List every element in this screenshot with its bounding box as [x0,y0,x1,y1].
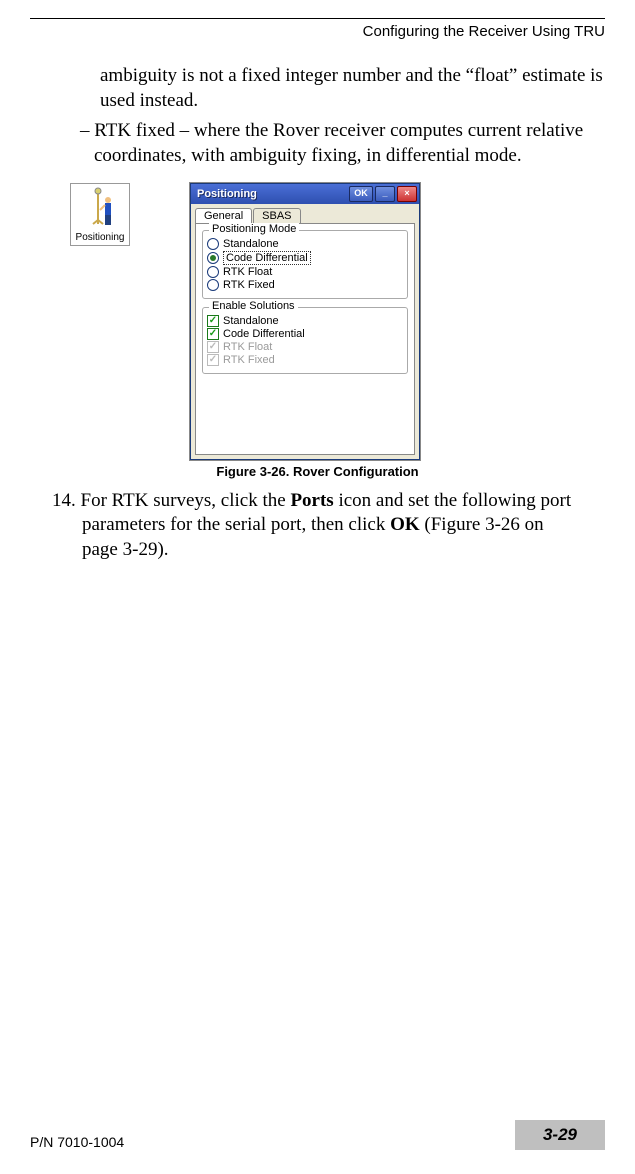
positioning-icon-label: Positioning [71,232,129,243]
checkbox-icon [207,315,219,327]
radio-standalone[interactable]: Standalone [207,238,401,250]
page-number: 3-29 [515,1120,605,1150]
tab-sbas[interactable]: SBAS [253,208,300,223]
check-standalone[interactable]: Standalone [207,315,401,327]
radio-icon [207,252,219,264]
positioning-desktop-icon[interactable]: Positioning [70,183,130,246]
enable-solutions-title: Enable Solutions [209,300,298,312]
positioning-mode-group: Positioning Mode Standalone Code Differe… [202,230,408,299]
rtk-fixed-definition: – RTK fixed – where the Rover receiver c… [80,119,605,168]
tab-general[interactable]: General [195,208,252,223]
page-header: Configuring the Receiver Using TRU [30,23,605,40]
radio-icon [207,266,219,278]
figure-caption: Figure 3-26. Rover Configuration [30,464,605,479]
paragraph-continuation: ambiguity is not a fixed integer number … [100,64,605,113]
ok-button[interactable]: OK [349,186,373,202]
enable-solutions-group: Enable Solutions Standalone Code Differe… [202,307,408,374]
radio-icon [207,279,219,291]
positioning-dialog: Positioning OK _ × General SBAS Position… [190,183,420,460]
radio-rtk-fixed[interactable]: RTK Fixed [207,279,401,291]
part-number: P/N 7010-1004 [30,1134,124,1150]
radio-rtk-float[interactable]: RTK Float [207,266,401,278]
checkbox-icon [207,354,219,366]
checkbox-icon [207,328,219,340]
radio-icon [207,238,219,250]
surveyor-icon [71,184,129,232]
positioning-mode-title: Positioning Mode [209,223,299,235]
radio-code-differential[interactable]: Code Differential [207,251,401,265]
check-code-differential[interactable]: Code Differential [207,328,401,340]
minimize-button[interactable]: _ [375,186,395,202]
step-14: 14. For RTK surveys, click the Ports ico… [52,489,575,563]
checkbox-icon [207,341,219,353]
check-rtk-fixed: RTK Fixed [207,354,401,366]
dialog-title: Positioning [197,188,347,200]
close-button[interactable]: × [397,186,417,202]
check-rtk-float: RTK Float [207,341,401,353]
dialog-titlebar[interactable]: Positioning OK _ × [191,184,419,204]
